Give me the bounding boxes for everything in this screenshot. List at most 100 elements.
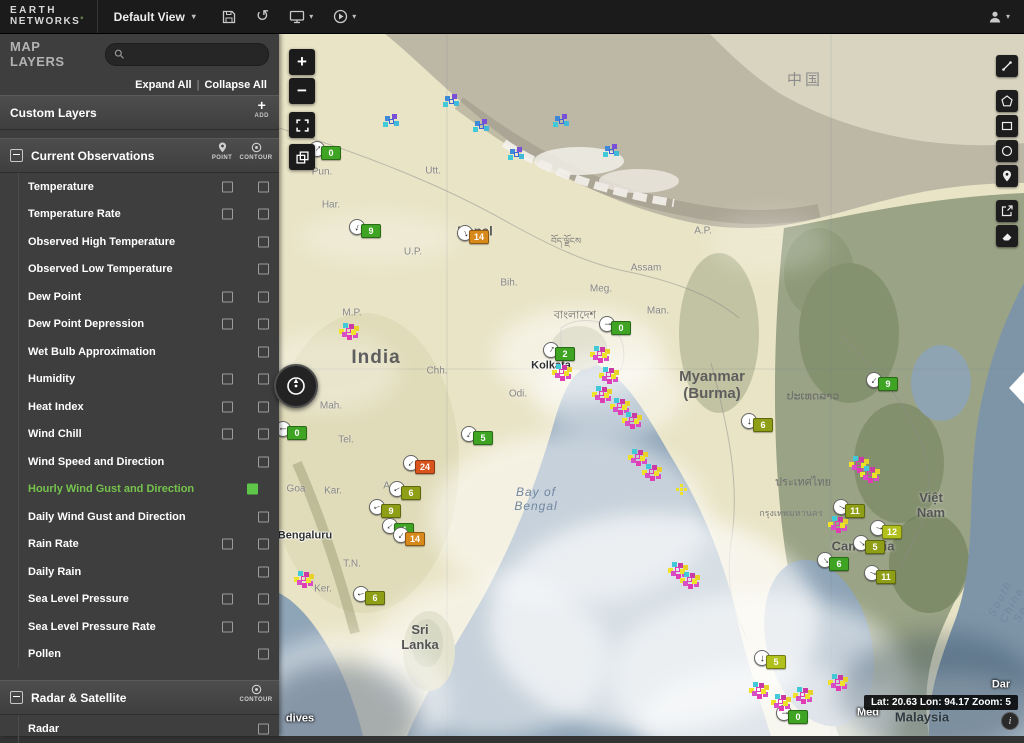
point-checkbox[interactable] bbox=[222, 319, 233, 330]
layer-row-sea-level-pressure-rate[interactable]: Sea Level Pressure Rate bbox=[0, 613, 279, 641]
layer-row-daily-wind-gust-and-direction[interactable]: Daily Wind Gust and Direction bbox=[0, 503, 279, 531]
point-checkbox[interactable] bbox=[222, 181, 233, 192]
lightning-cluster[interactable] bbox=[450, 100, 453, 103]
user-menu-button[interactable]: ▾ bbox=[988, 10, 1010, 24]
layer-row-sea-level-pressure[interactable]: Sea Level Pressure bbox=[0, 586, 279, 614]
zoom-out-button[interactable]: − bbox=[289, 78, 315, 104]
layer-row-temperature-rate[interactable]: Temperature Rate bbox=[0, 201, 279, 229]
lightning-cluster[interactable] bbox=[515, 153, 518, 156]
wind-gust-badge[interactable]: 9 bbox=[361, 224, 381, 238]
wind-gust-badge[interactable]: 12 bbox=[882, 525, 902, 539]
section-radar-satellite[interactable]: Radar & Satellite CONTOUR bbox=[0, 680, 279, 715]
map-canvas[interactable]: 中国IndiaMyanmar (Burma)NepalKolkataবাংলাদ… bbox=[279, 33, 1024, 736]
info-button[interactable]: i bbox=[1001, 712, 1019, 730]
wind-gust-badge[interactable]: 5 bbox=[473, 431, 493, 445]
section-custom-layers[interactable]: Custom Layers + ADD bbox=[0, 95, 279, 130]
lightning-cluster[interactable] bbox=[868, 472, 871, 475]
measure-tool-button[interactable] bbox=[996, 55, 1018, 77]
contour-checkbox[interactable] bbox=[247, 484, 258, 495]
layer-row-humidity[interactable]: Humidity bbox=[0, 366, 279, 394]
wind-gust-badge[interactable]: 24 bbox=[415, 460, 435, 474]
lightning-cluster[interactable] bbox=[607, 373, 610, 376]
lightning-cluster[interactable] bbox=[610, 150, 613, 153]
point-checkbox[interactable] bbox=[222, 209, 233, 220]
zoom-in-button[interactable]: + bbox=[289, 49, 315, 75]
lightning-cluster[interactable] bbox=[688, 578, 691, 581]
lightning-cluster[interactable] bbox=[636, 455, 639, 458]
playback-button[interactable]: ▾ bbox=[333, 9, 356, 24]
lightning-cluster[interactable] bbox=[650, 470, 653, 473]
wind-gust-badge[interactable]: 0 bbox=[287, 426, 307, 440]
lightning-cluster[interactable] bbox=[560, 370, 563, 373]
lightning-cluster[interactable] bbox=[857, 462, 860, 465]
contour-checkbox[interactable] bbox=[258, 649, 269, 660]
layer-row-wind-chill[interactable]: Wind Chill bbox=[0, 421, 279, 449]
search-input[interactable] bbox=[130, 47, 260, 61]
lightning-cluster[interactable] bbox=[680, 488, 683, 491]
point-checkbox[interactable] bbox=[222, 291, 233, 302]
lightning-cluster[interactable] bbox=[390, 120, 393, 123]
lightning-cluster[interactable] bbox=[676, 568, 679, 571]
contour-checkbox[interactable] bbox=[258, 401, 269, 412]
layer-row-dew-point-depression[interactable]: Dew Point Depression bbox=[0, 311, 279, 339]
view-selector[interactable]: Default View ▾ bbox=[114, 10, 196, 24]
add-custom-layer-button[interactable]: + ADD bbox=[255, 98, 270, 119]
wind-gust-badge[interactable]: 0 bbox=[788, 710, 808, 724]
layer-row-pollen[interactable]: Pollen bbox=[0, 641, 279, 669]
layer-row-daily-rain[interactable]: Daily Rain bbox=[0, 558, 279, 586]
point-checkbox[interactable] bbox=[222, 374, 233, 385]
contour-checkbox[interactable] bbox=[258, 456, 269, 467]
contour-checkbox[interactable] bbox=[258, 319, 269, 330]
contour-checkbox[interactable] bbox=[258, 346, 269, 357]
lightning-cluster[interactable] bbox=[560, 120, 563, 123]
contour-checkbox[interactable] bbox=[258, 621, 269, 632]
fit-extent-button[interactable] bbox=[289, 112, 315, 138]
contour-checkbox[interactable] bbox=[258, 236, 269, 247]
contour-checkbox[interactable] bbox=[258, 429, 269, 440]
layer-row-heat-index[interactable]: Heat Index bbox=[0, 393, 279, 421]
expand-all-link[interactable]: Expand All bbox=[135, 79, 191, 91]
lightning-cluster[interactable] bbox=[836, 522, 839, 525]
layer-row-wind-speed-and-direction[interactable]: Wind Speed and Direction bbox=[0, 448, 279, 476]
wind-gust-badge[interactable]: 0 bbox=[321, 146, 341, 160]
wind-gust-badge[interactable]: 6 bbox=[401, 486, 421, 500]
collapse-all-link[interactable]: Collapse All bbox=[204, 79, 267, 91]
compass-recenter-button[interactable] bbox=[274, 364, 318, 408]
layer-row-radar[interactable]: Radar bbox=[0, 715, 279, 743]
lightning-cluster[interactable] bbox=[600, 392, 603, 395]
point-checkbox[interactable] bbox=[222, 539, 233, 550]
layer-row-rain-rate[interactable]: Rain Rate bbox=[0, 531, 279, 559]
undo-button[interactable]: ↺ bbox=[256, 9, 269, 25]
point-checkbox[interactable] bbox=[222, 429, 233, 440]
contour-checkbox[interactable] bbox=[258, 374, 269, 385]
contour-checkbox[interactable] bbox=[258, 181, 269, 192]
lightning-cluster[interactable] bbox=[347, 329, 350, 332]
layer-row-wet-bulb-approximation[interactable]: Wet Bulb Approximation bbox=[0, 338, 279, 366]
point-checkbox[interactable] bbox=[222, 621, 233, 632]
wind-gust-badge[interactable]: 6 bbox=[365, 591, 385, 605]
draw-polygon-button[interactable] bbox=[996, 90, 1018, 112]
lightning-cluster[interactable] bbox=[618, 404, 621, 407]
draw-circle-button[interactable] bbox=[996, 140, 1018, 162]
section-current-observations[interactable]: Current Observations POINT CONTOUR bbox=[0, 138, 279, 173]
wind-gust-badge[interactable]: 6 bbox=[829, 557, 849, 571]
wind-gust-badge[interactable]: 11 bbox=[845, 504, 865, 518]
export-shape-button[interactable] bbox=[996, 200, 1018, 222]
display-mode-button[interactable]: ▾ bbox=[289, 10, 313, 24]
layer-row-observed-high-temperature[interactable]: Observed High Temperature bbox=[0, 228, 279, 256]
drop-pin-button[interactable] bbox=[996, 165, 1018, 187]
contour-checkbox[interactable] bbox=[258, 594, 269, 605]
lightning-cluster[interactable] bbox=[480, 125, 483, 128]
lightning-cluster[interactable] bbox=[836, 680, 839, 683]
point-checkbox[interactable] bbox=[222, 401, 233, 412]
basemap-switcher-button[interactable] bbox=[289, 144, 315, 170]
save-view-button[interactable] bbox=[222, 10, 236, 24]
point-checkbox[interactable] bbox=[222, 594, 233, 605]
contour-checkbox[interactable] bbox=[258, 566, 269, 577]
wind-gust-badge[interactable]: 5 bbox=[865, 540, 885, 554]
layer-row-dew-point[interactable]: Dew Point bbox=[0, 283, 279, 311]
contour-checkbox[interactable] bbox=[258, 209, 269, 220]
wind-gust-badge[interactable]: 9 bbox=[878, 377, 898, 391]
wind-gust-badge[interactable]: 6 bbox=[753, 418, 773, 432]
contour-checkbox[interactable] bbox=[258, 291, 269, 302]
